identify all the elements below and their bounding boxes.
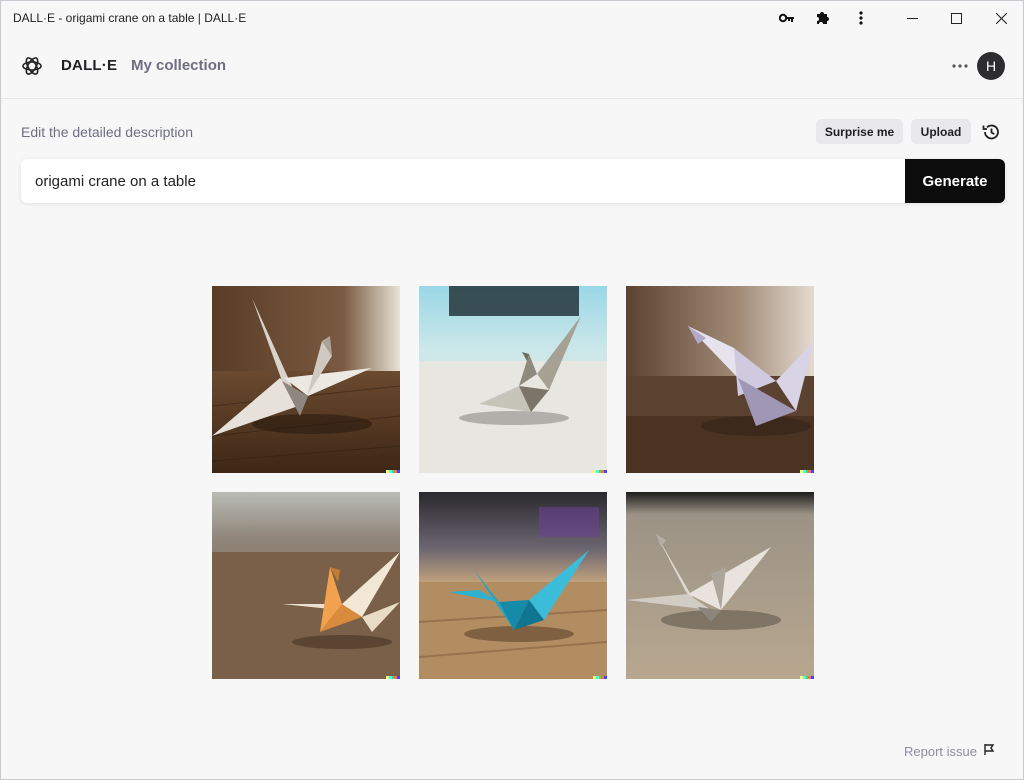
result-image-6[interactable]	[626, 492, 814, 679]
nav-my-collection[interactable]: My collection	[131, 57, 226, 74]
openai-logo-icon[interactable]	[21, 55, 43, 77]
watermark-icon	[386, 676, 400, 679]
prompt-label: Edit the detailed description	[21, 124, 193, 140]
watermark-icon	[800, 470, 814, 473]
app-header: DALL·E My collection H	[1, 35, 1023, 99]
report-issue-label: Report issue	[904, 743, 977, 759]
result-image-1[interactable]	[212, 286, 400, 473]
avatar[interactable]: H	[977, 52, 1005, 80]
result-image-5[interactable]	[419, 492, 607, 679]
surprise-me-button[interactable]: Surprise me	[816, 119, 903, 144]
close-button[interactable]	[978, 1, 1024, 35]
history-icon[interactable]	[979, 120, 1003, 144]
key-icon[interactable]	[775, 7, 799, 29]
result-image-4[interactable]	[212, 492, 400, 679]
prompt-input[interactable]	[21, 159, 905, 203]
flag-icon	[983, 743, 996, 759]
report-issue-link[interactable]: Report issue	[904, 743, 996, 759]
brand-label[interactable]: DALL·E	[61, 57, 117, 74]
title-bar: DALL·E - origami crane on a table | DALL…	[1, 1, 1023, 35]
result-image-3[interactable]	[626, 286, 814, 473]
prompt-bar: Generate	[21, 159, 1005, 203]
watermark-icon	[800, 676, 814, 679]
watermark-icon	[386, 470, 400, 473]
result-image-2[interactable]	[419, 286, 607, 473]
maximize-button[interactable]	[933, 1, 979, 35]
app-window: DALL·E - origami crane on a table | DALL…	[0, 0, 1024, 780]
kebab-menu-icon[interactable]	[849, 7, 873, 29]
watermark-icon	[593, 470, 607, 473]
window-title: DALL·E - origami crane on a table | DALL…	[13, 11, 247, 25]
puzzle-icon[interactable]	[810, 7, 834, 29]
watermark-icon	[593, 676, 607, 679]
generate-button[interactable]: Generate	[905, 159, 1005, 203]
minimize-button[interactable]	[889, 1, 935, 35]
upload-button[interactable]: Upload	[911, 119, 971, 144]
more-options-icon[interactable]	[947, 55, 973, 77]
